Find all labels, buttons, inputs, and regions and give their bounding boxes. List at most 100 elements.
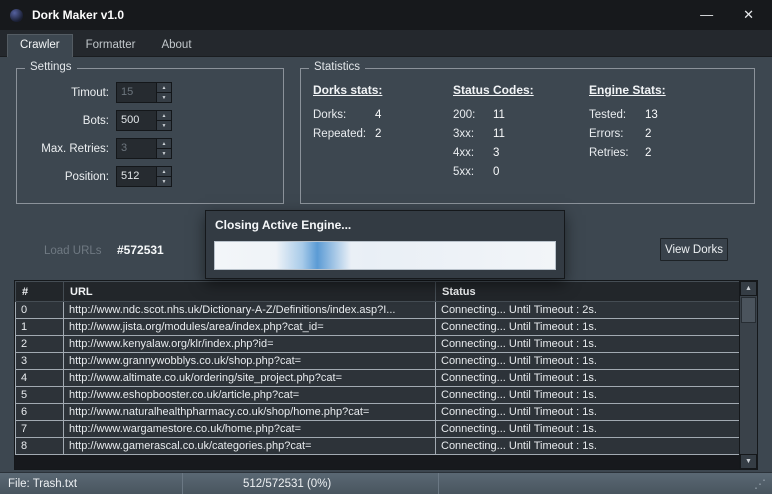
cell-url: http://www.wargamestore.co.uk/home.php?c…: [64, 421, 436, 438]
cell-index: 4: [16, 370, 64, 387]
cell-index: 3: [16, 353, 64, 370]
table-row[interactable]: 4http://www.altimate.co.uk/ordering/site…: [16, 370, 741, 387]
stat-label: Retries:: [589, 144, 645, 163]
tab-formatter[interactable]: Formatter: [73, 34, 149, 56]
cell-status: Connecting... Until Timeout : 1s.: [436, 421, 741, 438]
stat-value: 2: [645, 144, 651, 163]
closing-engine-message: Closing Active Engine...: [206, 211, 564, 239]
url-count: #572531: [117, 243, 164, 257]
position-spinner[interactable]: 512 ▲ ▼: [116, 166, 172, 187]
statistics-columns: Dorks stats:Dorks:4Repeated:2Status Code…: [301, 69, 754, 182]
stat-label: Dorks:: [313, 106, 375, 125]
spin-down-icon[interactable]: ▼: [157, 177, 171, 186]
stats-heading: Status Codes:: [453, 83, 589, 97]
stat-label: 4xx:: [453, 144, 493, 163]
stats-column: Engine Stats:Tested:13Errors:2Retries:2: [589, 83, 749, 163]
cell-index: 8: [16, 438, 64, 455]
stat-label: Errors:: [589, 125, 645, 144]
stat-value: 13: [645, 106, 658, 125]
minimize-button[interactable]: —: [700, 0, 713, 30]
window-title: Dork Maker v1.0: [32, 8, 124, 22]
table-row[interactable]: 6http://www.naturalhealthpharmacy.co.uk/…: [16, 404, 741, 421]
table-row[interactable]: 7http://www.wargamestore.co.uk/home.php?…: [16, 421, 741, 438]
spin-up-icon[interactable]: ▲: [157, 139, 171, 149]
view-dorks-button[interactable]: View Dorks: [660, 238, 728, 261]
statusbar-file: File: Trash.txt: [0, 478, 182, 490]
titlebar: Dork Maker v1.0 — ✕: [0, 0, 772, 30]
table-row[interactable]: 1http://www.jista.org/modules/area/index…: [16, 319, 741, 336]
stat-value: 3: [493, 144, 499, 163]
scroll-down-icon[interactable]: ▼: [740, 454, 757, 469]
spin-down-icon[interactable]: ▼: [157, 93, 171, 102]
cell-index: 1: [16, 319, 64, 336]
stat-value: 2: [375, 125, 381, 144]
closing-engine-dialog: Closing Active Engine...: [205, 210, 565, 279]
cell-index: 5: [16, 387, 64, 404]
table-row[interactable]: 0http://www.ndc.scot.nhs.uk/Dictionary-A…: [16, 302, 741, 319]
position-value[interactable]: 512: [117, 167, 156, 186]
cell-status: Connecting... Until Timeout : 2s.: [436, 302, 741, 319]
bots-value[interactable]: 500: [117, 111, 156, 130]
stats-heading: Engine Stats:: [589, 83, 749, 97]
cell-status: Connecting... Until Timeout : 1s.: [436, 353, 741, 370]
stat-value: 11: [493, 125, 505, 144]
settings-groupbox: Settings Timout: 15 ▲ ▼ Bots: 500 ▲: [16, 68, 284, 204]
stat-label: 3xx:: [453, 125, 493, 144]
cell-url: http://www.kenyalaw.org/klr/index.php?id…: [64, 336, 436, 353]
max-retries-label: Max. Retries:: [17, 143, 109, 155]
table-row[interactable]: 2http://www.kenyalaw.org/klr/index.php?i…: [16, 336, 741, 353]
cell-url: http://www.naturalhealthpharmacy.co.uk/s…: [64, 404, 436, 421]
max-retries-spinner[interactable]: 3 ▲ ▼: [116, 138, 172, 159]
bots-spinner[interactable]: 500 ▲ ▼: [116, 110, 172, 131]
timeout-value[interactable]: 15: [117, 83, 156, 102]
cell-index: 6: [16, 404, 64, 421]
app-icon: [10, 9, 23, 22]
stat-value: 0: [493, 163, 499, 182]
progress-marquee: [276, 242, 351, 269]
table-row[interactable]: 3http://www.grannywobblys.co.uk/shop.php…: [16, 353, 741, 370]
cell-url: http://www.eshopbooster.co.uk/article.ph…: [64, 387, 436, 404]
stats-column: Dorks stats:Dorks:4Repeated:2: [313, 83, 453, 144]
app-window: Dork Maker v1.0 — ✕ Crawler Formatter Ab…: [0, 0, 772, 494]
statistics-groupbox: Statistics Dorks stats:Dorks:4Repeated:2…: [300, 68, 755, 204]
stats-column: Status Codes:200:113xx:114xx:35xx:0: [453, 83, 589, 182]
cell-url: http://www.altimate.co.uk/ordering/site_…: [64, 370, 436, 387]
cell-status: Connecting... Until Timeout : 1s.: [436, 336, 741, 353]
timeout-spinner[interactable]: 15 ▲ ▼: [116, 82, 172, 103]
spin-down-icon[interactable]: ▼: [157, 149, 171, 158]
spin-down-icon[interactable]: ▼: [157, 121, 171, 130]
table-row[interactable]: 5http://www.eshopbooster.co.uk/article.p…: [16, 387, 741, 404]
load-urls-button[interactable]: Load URLs: [44, 245, 102, 257]
cell-status: Connecting... Until Timeout : 1s.: [436, 387, 741, 404]
cell-index: 2: [16, 336, 64, 353]
url-table: # URL Status 0http://www.ndc.scot.nhs.uk…: [14, 280, 758, 470]
table-row[interactable]: 8http://www.gamerascal.co.uk/categories.…: [16, 438, 741, 455]
scrollbar-thumb[interactable]: [741, 297, 756, 323]
stats-heading: Dorks stats:: [313, 83, 453, 97]
scroll-up-icon[interactable]: ▲: [740, 281, 757, 296]
header-url[interactable]: URL: [64, 282, 436, 302]
resize-grip-icon[interactable]: ⋰: [754, 477, 772, 491]
tab-crawler[interactable]: Crawler: [7, 34, 73, 57]
tab-about[interactable]: About: [148, 34, 204, 56]
table-body: 0http://www.ndc.scot.nhs.uk/Dictionary-A…: [16, 302, 741, 455]
statistics-legend: Statistics: [309, 61, 365, 73]
header-index[interactable]: #: [16, 282, 64, 302]
table-header-row: # URL Status: [16, 282, 741, 302]
statusbar-divider: [438, 473, 439, 494]
cell-url: http://www.jista.org/modules/area/index.…: [64, 319, 436, 336]
tabbar: Crawler Formatter About: [0, 30, 772, 57]
cell-url: http://www.gamerascal.co.uk/categories.p…: [64, 438, 436, 455]
header-status[interactable]: Status: [436, 282, 741, 302]
close-button[interactable]: ✕: [743, 0, 754, 30]
spin-up-icon[interactable]: ▲: [157, 111, 171, 121]
stat-value: 11: [493, 106, 505, 125]
max-retries-value[interactable]: 3: [117, 139, 156, 158]
bots-label: Bots:: [17, 115, 109, 127]
cell-status: Connecting... Until Timeout : 1s.: [436, 404, 741, 421]
spin-up-icon[interactable]: ▲: [157, 83, 171, 93]
cell-url: http://www.grannywobblys.co.uk/shop.php?…: [64, 353, 436, 370]
cell-index: 0: [16, 302, 64, 319]
vertical-scrollbar[interactable]: ▲ ▼: [739, 281, 757, 469]
spin-up-icon[interactable]: ▲: [157, 167, 171, 177]
